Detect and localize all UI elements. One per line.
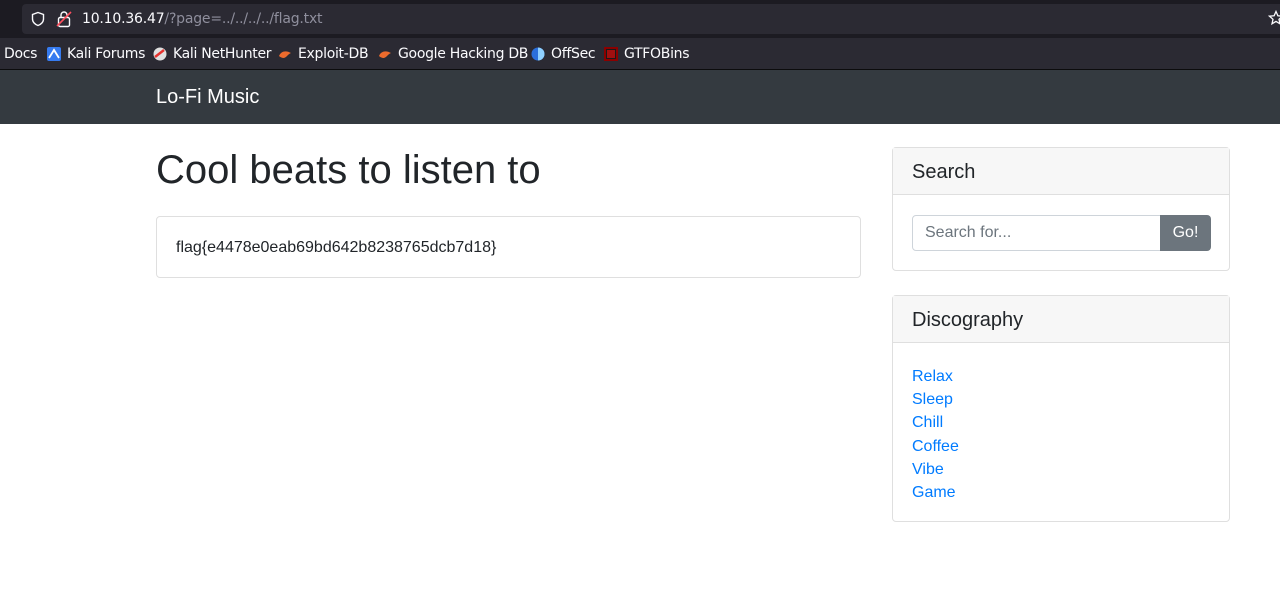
bookmark-label: Kali NetHunter	[173, 46, 272, 62]
bookmark-label: GTFOBins	[624, 46, 690, 62]
exploitdb-icon	[279, 51, 291, 58]
list-item: Relax	[912, 365, 959, 388]
discography-card-header: Discography	[893, 296, 1229, 343]
list-item: Sleep	[912, 388, 959, 411]
bookmark-offsec[interactable]: OffSec	[531, 45, 596, 63]
bookmark-label: Kali Forums	[67, 46, 146, 62]
content-card: flag{e4478e0eab69bd642b8238765dcb7d18}	[156, 216, 861, 278]
bookmark-label: Docs	[4, 46, 38, 62]
page-content-text: flag{e4478e0eab69bd642b8238765dcb7d18}	[176, 239, 497, 256]
url-host: 10.10.36.47	[82, 11, 165, 27]
bookmark-docs[interactable]: Docs	[4, 45, 37, 63]
lock-warning-icon[interactable]	[56, 10, 72, 28]
search-card: Search Go!	[892, 147, 1230, 271]
list-item: Chill	[912, 411, 959, 434]
discography-link-chill[interactable]: Chill	[912, 414, 943, 431]
url-path: /?page=../../../../flag.txt	[164, 11, 323, 27]
discography-list: Relax Sleep Chill Coffee Vibe Game	[912, 365, 959, 504]
search-input[interactable]	[912, 215, 1161, 251]
site-navbar: Lo-Fi Music	[0, 70, 1280, 124]
list-item: Vibe	[912, 458, 959, 481]
bookmark-label: OffSec	[551, 46, 596, 62]
url-text[interactable]: 10.10.36.47/?page=../../../../flag.txt	[82, 11, 323, 27]
discography-card: Discography Relax Sleep Chill Coffee Vib…	[892, 295, 1230, 522]
browser-toolbar: 10.10.36.47/?page=../../../../flag.txt	[0, 0, 1280, 38]
bookmark-star-icon[interactable]	[1268, 10, 1280, 26]
page-title: Cool beats to listen to	[156, 148, 541, 192]
discography-link-vibe[interactable]: Vibe	[912, 461, 944, 478]
bookmark-exploit-db[interactable]: Exploit-DB	[278, 45, 369, 63]
discography-link-sleep[interactable]: Sleep	[912, 391, 953, 408]
offsec-icon	[531, 47, 545, 61]
nethunter-icon	[153, 47, 167, 61]
discography-link-game[interactable]: Game	[912, 484, 956, 501]
search-card-header: Search	[893, 148, 1229, 195]
list-item: Coffee	[912, 435, 959, 458]
kali-dragon-icon	[47, 47, 61, 61]
bookmark-gtfobins[interactable]: GTFOBins	[604, 45, 690, 63]
bookmark-google-hacking-db[interactable]: Google Hacking DB	[378, 45, 528, 63]
bookmark-kali-nethunter[interactable]: Kali NetHunter	[153, 45, 272, 63]
search-go-button[interactable]: Go!	[1160, 215, 1211, 251]
exploitdb-icon	[379, 51, 391, 58]
discography-link-coffee[interactable]: Coffee	[912, 438, 959, 455]
bookmarks-toolbar: Docs Kali Forums Kali NetHunter Exploit-…	[0, 38, 1280, 70]
shield-icon[interactable]	[30, 11, 46, 27]
bookmark-kali-forums[interactable]: Kali Forums	[47, 45, 145, 63]
discography-link-relax[interactable]: Relax	[912, 368, 953, 385]
gtfobins-icon	[604, 47, 618, 61]
bookmark-label: Exploit-DB	[298, 46, 369, 62]
bookmark-label: Google Hacking DB	[398, 46, 529, 62]
navbar-brand[interactable]: Lo-Fi Music	[156, 86, 259, 109]
list-item: Game	[912, 481, 959, 504]
